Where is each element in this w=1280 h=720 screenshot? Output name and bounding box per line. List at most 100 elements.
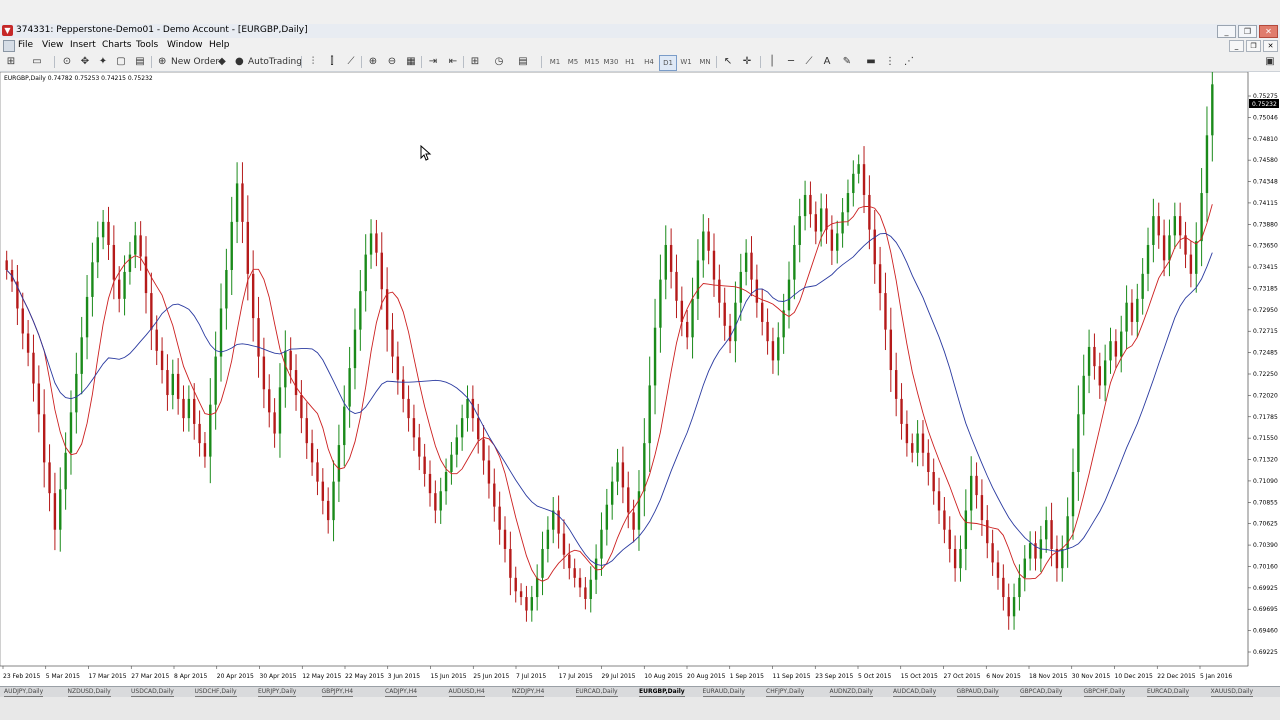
market-watch-icon[interactable]: ⊙ <box>60 55 74 69</box>
line-chart-icon[interactable]: ⟋ <box>344 55 358 69</box>
chart-tab[interactable]: EURGBP,Daily <box>639 688 685 697</box>
zoom-out-icon[interactable]: ⊖ <box>385 55 399 69</box>
timeframe-mn[interactable]: MN <box>697 55 713 69</box>
price-label: 0.71785 <box>1253 414 1278 421</box>
chart-tab[interactable]: GBPJPY,H4 <box>321 688 354 697</box>
candle-body <box>1087 346 1091 376</box>
period-separators-icon[interactable]: ▬ <box>864 55 878 69</box>
candle-body <box>637 491 641 530</box>
candle-body <box>535 577 539 598</box>
zoom-in-icon[interactable]: ⊕ <box>366 55 380 69</box>
templates-icon[interactable]: ▤ <box>516 55 530 69</box>
crosshair-icon[interactable]: ✛ <box>740 55 754 69</box>
chart-tab[interactable]: GBPCHF,Daily <box>1083 688 1126 697</box>
chart-tab[interactable]: EURCAD,Daily <box>575 688 618 697</box>
chart-tab[interactable]: CHFJPY,Daily <box>766 688 805 697</box>
chart-tab[interactable]: EURAUD,Daily <box>702 688 745 697</box>
candle-body <box>225 269 228 309</box>
auto-scroll-icon[interactable]: ⇥ <box>426 55 440 69</box>
periods-icon[interactable]: ◷ <box>492 55 506 69</box>
chart-tab[interactable]: AUDJPY,Daily <box>4 688 44 697</box>
autotrading-button[interactable]: ● AutoTrading <box>235 55 302 69</box>
chart-tab[interactable]: GBPAUD,Daily <box>956 688 999 697</box>
menu-view[interactable]: View <box>42 40 63 50</box>
candle-body <box>407 398 410 419</box>
chart-tab[interactable]: EURJPY,Daily <box>258 688 297 697</box>
text-tool-icon[interactable]: A <box>820 55 834 69</box>
menu-tools[interactable]: Tools <box>136 40 158 50</box>
timeframe-h1[interactable]: H1 <box>622 55 638 69</box>
price-chart[interactable]: EURGBP,Daily 0.74782 0.75253 0.74215 0.7… <box>0 72 1280 686</box>
candle-body <box>444 472 448 492</box>
chart-tab[interactable]: AUDNZD,Daily <box>829 688 873 697</box>
chart-tab[interactable]: AUDCAD,Daily <box>893 688 937 697</box>
metaeditor-icon[interactable]: ◆ <box>215 55 229 69</box>
mdi-minimize-button[interactable]: _ <box>1229 40 1244 52</box>
timeframe-m1[interactable]: M1 <box>547 55 563 69</box>
chart-tab[interactable]: XAUUSD,Daily <box>1210 688 1254 697</box>
navigator-icon[interactable]: ✦ <box>96 55 110 69</box>
candle-body <box>1146 244 1150 274</box>
candle-body <box>1007 597 1010 617</box>
date-label: 6 Nov 2015 <box>986 673 1021 680</box>
arrows-icon[interactable]: ✎ <box>840 55 854 69</box>
candle-body <box>1050 520 1053 549</box>
vertical-line-icon[interactable]: │ <box>765 55 779 69</box>
menu-insert[interactable]: Insert <box>70 40 96 50</box>
menu-file[interactable]: File <box>18 40 33 50</box>
menu-window[interactable]: Window <box>167 40 203 50</box>
candle-body <box>777 337 780 361</box>
chart-window[interactable]: EURGBP,Daily 0.74782 0.75253 0.74215 0.7… <box>0 72 1280 686</box>
community-icon[interactable]: ▣ <box>1264 55 1276 69</box>
chart-shift-icon[interactable]: ⇤ <box>446 55 460 69</box>
price-label: 0.71550 <box>1253 435 1278 442</box>
chart-tab[interactable]: USDCHF,Daily <box>194 688 237 697</box>
grid-icon[interactable]: ⋮ <box>883 55 897 69</box>
terminal-icon[interactable]: ▢ <box>114 55 128 69</box>
timeframe-m30[interactable]: M30 <box>603 55 619 69</box>
timeframe-w1[interactable]: W1 <box>678 55 694 69</box>
chart-tab[interactable]: NZDUSD,Daily <box>67 688 111 697</box>
candle-body <box>552 510 555 530</box>
timeframe-h4[interactable]: H4 <box>641 55 657 69</box>
indicators-icon[interactable]: ⊞ <box>468 55 482 69</box>
cursor-tool-icon[interactable]: ↖ <box>721 55 735 69</box>
fibonacci-icon[interactable]: ⋰ <box>902 55 916 69</box>
candlestick-icon[interactable]: ⫿ <box>325 55 339 69</box>
candle-body <box>101 221 105 238</box>
timeframe-m15[interactable]: M15 <box>584 55 600 69</box>
candle-body <box>852 173 855 194</box>
chart-tab[interactable]: NZDJPY,H4 <box>512 688 545 697</box>
menu-help[interactable]: Help <box>209 40 230 50</box>
profiles-icon[interactable]: ▭ <box>30 55 44 69</box>
timeframe-d1[interactable]: D1 <box>659 55 677 71</box>
chart-tab[interactable]: AUDUSD,H4 <box>448 688 485 697</box>
candle-body <box>289 350 292 371</box>
chart-tab[interactable]: EURCAD,Daily <box>1147 688 1190 697</box>
minimize-button[interactable]: _ <box>1217 25 1236 38</box>
document-icon[interactable] <box>3 40 15 52</box>
timeframe-m5[interactable]: M5 <box>565 55 581 69</box>
candle-body <box>305 418 308 444</box>
mdi-restore-button[interactable]: ❐ <box>1246 40 1261 52</box>
chart-tab[interactable]: USDCAD,Daily <box>131 688 174 697</box>
data-window-icon[interactable]: ✥ <box>78 55 92 69</box>
date-label: 7 Jul 2015 <box>516 673 546 680</box>
horizontal-line-icon[interactable]: ─ <box>784 55 798 69</box>
mdi-close-button[interactable]: ✕ <box>1263 40 1278 52</box>
new-order-button[interactable]: ⊕ New Order <box>158 55 219 69</box>
candle-body <box>836 233 839 251</box>
menu-charts[interactable]: Charts <box>102 40 131 50</box>
candle-body <box>359 291 362 330</box>
candle-body <box>203 443 207 457</box>
strategy-tester-icon[interactable]: ▤ <box>133 55 147 69</box>
maximize-button[interactable]: ❐ <box>1238 25 1257 38</box>
close-button[interactable]: ✕ <box>1259 25 1278 38</box>
window-title: 374331: Pepperstone-Demo01 - Demo Accoun… <box>16 25 308 35</box>
chart-tab[interactable]: CADJPY,H4 <box>385 688 418 697</box>
chart-tab[interactable]: GBPCAD,Daily <box>1020 688 1063 697</box>
new-chart-icon[interactable]: ⊞ <box>4 55 18 69</box>
tile-windows-icon[interactable]: ▦ <box>404 55 418 69</box>
bar-chart-icon[interactable]: ⫶ <box>306 55 320 69</box>
trendline-icon[interactable]: ⟋ <box>802 55 816 69</box>
